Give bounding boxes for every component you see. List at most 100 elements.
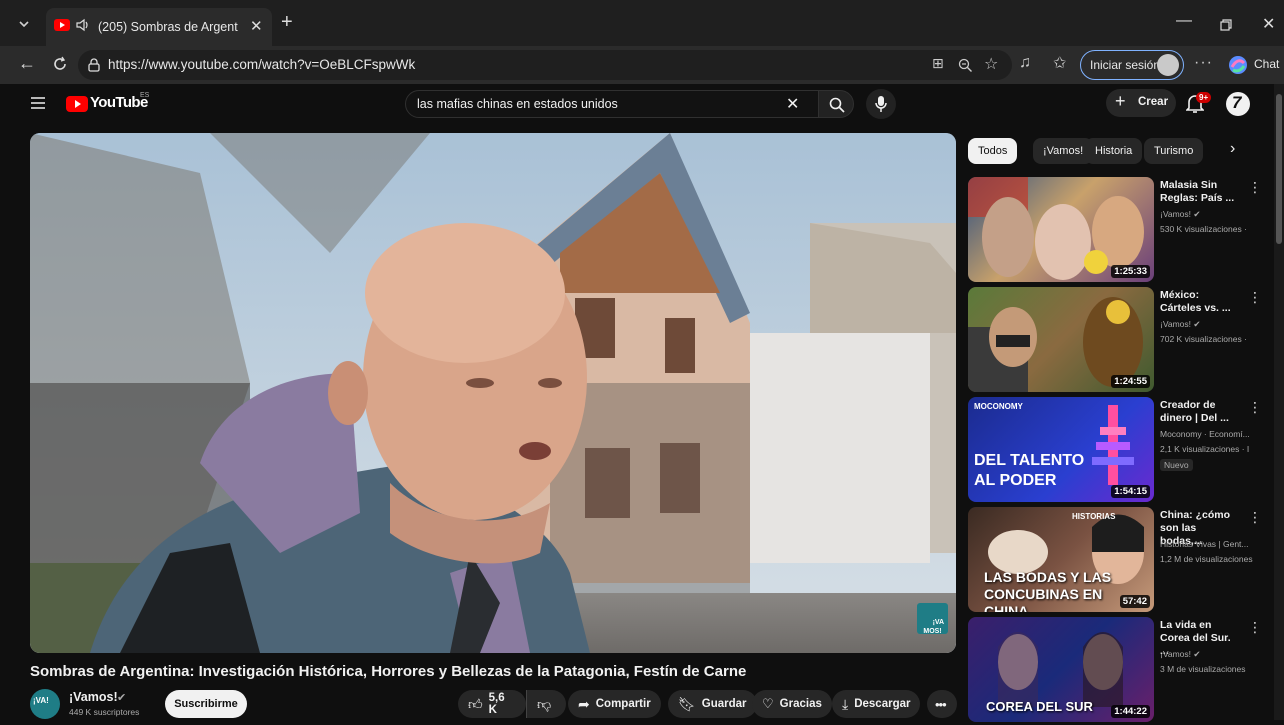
thumbnail-text: COREA DEL SUR — [986, 699, 1093, 714]
video-player[interactable]: ¡VA MOS! — [30, 133, 956, 653]
media-control-icon[interactable]: ♫ — [1019, 54, 1031, 72]
new-badge: Nuevo — [1160, 459, 1193, 471]
rec-menu-icon[interactable]: ⋮ — [1248, 289, 1262, 306]
search-icon — [829, 97, 845, 113]
signin-button[interactable]: Iniciar sesión — [1080, 50, 1184, 80]
save-label: Guardar — [701, 698, 747, 710]
thumbnail-brand: HISTORIAS — [1072, 512, 1116, 521]
download-button[interactable]: ⤓ Descargar — [832, 690, 921, 718]
region-code: ES — [140, 92, 150, 99]
restore-icon[interactable] — [1220, 19, 1232, 31]
audio-playing-icon[interactable] — [75, 18, 91, 32]
app-available-icon[interactable]: ⊞ — [932, 55, 944, 72]
channel-avatar[interactable]: ¡VA! — [30, 689, 60, 719]
menu-icon[interactable] — [30, 96, 46, 110]
voice-search-button[interactable] — [866, 89, 896, 119]
more-actions-button[interactable]: ••• — [927, 690, 957, 718]
rec-channel: Moconomy · Economí... — [1160, 429, 1250, 439]
like-button[interactable]: 👍︎ 5,6 K — [458, 690, 526, 718]
tab-list-icon[interactable] — [12, 14, 36, 34]
search-button[interactable] — [818, 90, 854, 118]
download-label: Descargar — [854, 698, 911, 710]
rec-menu-icon[interactable]: ⋮ — [1248, 179, 1262, 196]
list-item[interactable]: 1:24:55 México: Cárteles vs. ... ¡Vamos!… — [968, 287, 1268, 395]
rec-channel: Historias Vivas | Gent... — [1160, 539, 1249, 549]
rec-views: 3 M de visualizaciones — [1160, 664, 1246, 674]
zoom-icon[interactable] — [958, 58, 973, 73]
rec-menu-icon[interactable]: ⋮ — [1248, 509, 1262, 526]
scrollbar-thumb[interactable] — [1276, 94, 1282, 244]
back-icon[interactable]: ← — [18, 53, 36, 74]
dislike-button[interactable]: 👎︎ — [526, 690, 566, 718]
video-thumbnail[interactable]: MOCONOMY DEL TALENTO AL PODER 1:54:15 — [968, 397, 1154, 502]
video-thumbnail[interactable]: 1:24:55 — [968, 287, 1154, 392]
chip-todos[interactable]: Todos — [968, 138, 1018, 164]
thanks-label: Gracias — [779, 698, 822, 710]
rec-channel-name: ¡Vamos! — [1160, 649, 1192, 659]
list-item[interactable]: MOCONOMY DEL TALENTO AL PODER 1:54:15 Cr… — [968, 397, 1268, 505]
list-item[interactable]: COREA DEL SUR 1:44:22 La vida en Corea d… — [968, 617, 1268, 725]
new-tab-icon[interactable]: + — [281, 12, 293, 32]
create-button[interactable]: + Crear — [1106, 89, 1176, 117]
thumbs-down-icon: 👎︎ — [537, 695, 552, 712]
video-thumbnail[interactable]: COREA DEL SUR 1:44:22 — [968, 617, 1154, 722]
video-thumbnail[interactable]: 1:25:33 — [968, 177, 1154, 282]
page-scrollbar[interactable] — [1274, 84, 1284, 720]
search-input[interactable]: las mafias chinas en estados unidos ✕ — [405, 90, 819, 118]
rec-menu-icon[interactable]: ⋮ — [1248, 619, 1262, 636]
rec-title[interactable]: Creador de dinero | Del ... — [1160, 399, 1240, 425]
duration: 1:24:55 — [1111, 375, 1150, 388]
watermark-text: ¡VA MOS! — [923, 619, 945, 635]
url-field[interactable]: https://www.youtube.com/watch?v=OeBLCFsp… — [78, 50, 1012, 80]
like-count: 5,6 K — [488, 692, 505, 716]
account-avatar[interactable]: 7 — [1226, 92, 1250, 116]
lock-icon[interactable] — [88, 58, 100, 72]
chip-label: ¡Vamos! — [1043, 145, 1084, 157]
thumbnail-brand: MOCONOMY — [974, 402, 1023, 411]
rec-channel-name: ¡Vamos! — [1160, 319, 1192, 329]
reload-icon[interactable] — [52, 56, 68, 72]
favorites-icon[interactable]: ✩ — [1053, 53, 1066, 73]
favorite-star-icon[interactable]: ☆ — [984, 54, 998, 74]
clear-search-icon[interactable]: ✕ — [786, 94, 799, 114]
list-item[interactable]: HISTORIAS LAS BODAS Y LAS CONCUBINAS EN … — [968, 507, 1268, 615]
download-icon: ⤓ — [842, 695, 849, 712]
more-options-icon[interactable]: ··· — [1194, 54, 1213, 72]
youtube-logo-icon — [66, 96, 88, 112]
thanks-button[interactable]: ♡ Gracias — [752, 690, 832, 718]
chips-next-icon[interactable]: › — [1230, 140, 1235, 158]
minimize-icon[interactable]: — — [1176, 12, 1192, 30]
youtube-favicon-icon — [54, 19, 70, 31]
rec-views: 1,2 M de visualizaciones — [1160, 554, 1253, 564]
list-item[interactable]: 1:25:33 Malasia Sin Reglas: País ... ¡Va… — [968, 177, 1268, 285]
verified-icon: ✔ — [1193, 319, 1201, 329]
rec-channel: ¡Vamos! ✔ — [1160, 319, 1260, 330]
rec-title[interactable]: Malasia Sin Reglas: País ... — [1160, 179, 1240, 205]
rec-title[interactable]: México: Cárteles vs. ... — [1160, 289, 1240, 315]
subscriber-count: 449 K suscriptores — [69, 707, 140, 717]
save-playlist-icon: 🔖︎ — [678, 695, 696, 712]
youtube-logo[interactable]: YouTube ES — [66, 92, 156, 114]
chip-historia[interactable]: Historia — [1085, 138, 1143, 164]
duration: 1:44:22 — [1111, 705, 1150, 718]
copilot-icon[interactable] — [1228, 55, 1248, 75]
rec-views: 530 K visualizaciones · — [1160, 224, 1247, 234]
tab-youtube[interactable]: (205) Sombras de Argentina: I ✕ — [46, 8, 272, 46]
verified-icon: ✔ — [1193, 649, 1201, 659]
subscribe-button[interactable]: Suscribirme — [165, 690, 247, 718]
chip-turismo[interactable]: Turismo — [1144, 138, 1204, 164]
share-button[interactable]: ➦ Compartir — [568, 690, 661, 718]
save-button[interactable]: 🔖︎ Guardar — [668, 690, 757, 718]
duration: 1:54:15 — [1111, 485, 1150, 498]
subscribe-label: Suscribirme — [174, 698, 238, 710]
signin-label: Iniciar sesión — [1090, 58, 1161, 72]
rec-menu-icon[interactable]: ⋮ — [1248, 399, 1262, 416]
channel-watermark[interactable]: ¡VA MOS! — [917, 603, 948, 635]
video-title: Sombras de Argentina: Investigación Hist… — [30, 663, 747, 680]
video-thumbnail[interactable]: HISTORIAS LAS BODAS Y LAS CONCUBINAS EN … — [968, 507, 1154, 612]
close-window-icon[interactable]: ✕ — [1262, 14, 1275, 34]
rec-channel-name: ¡Vamos! — [1160, 209, 1192, 219]
channel-name[interactable]: ¡Vamos! — [69, 690, 118, 704]
close-tab-icon[interactable]: ✕ — [250, 17, 263, 35]
chat-label[interactable]: Chat — [1254, 57, 1279, 71]
